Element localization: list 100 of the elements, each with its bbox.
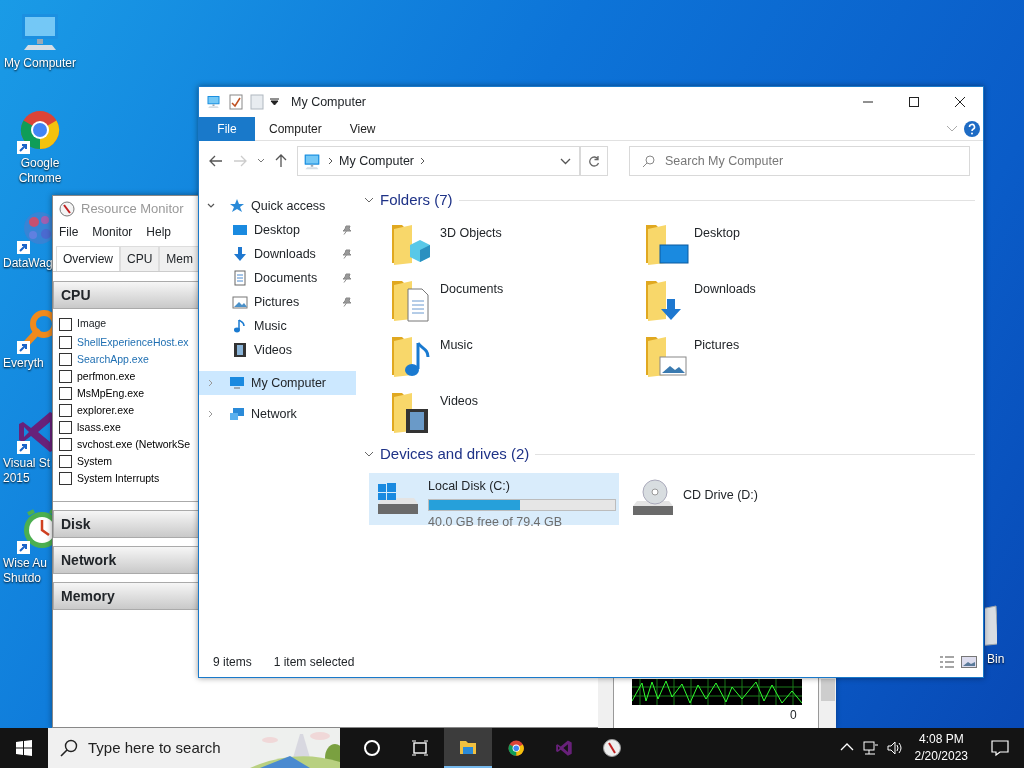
group-header[interactable]: Folders (7) [380, 188, 453, 212]
dropdown-icon[interactable] [270, 98, 279, 106]
section-header[interactable]: CPU [53, 281, 199, 309]
pin-icon[interactable] [342, 249, 352, 259]
clock-date[interactable]: 2/20/2023 [914, 748, 968, 765]
nav-item[interactable]: Videos [199, 338, 356, 362]
folder-label: 3D Objects [440, 225, 502, 242]
pin-icon[interactable] [342, 273, 352, 283]
search-box[interactable]: Type here to search [48, 728, 340, 768]
folder-label: Music [440, 337, 473, 354]
nav-label: Quick access [251, 197, 326, 215]
refresh-button[interactable] [580, 146, 608, 176]
section-header[interactable]: Network [53, 546, 199, 574]
scrollbar-thumb[interactable] [821, 679, 835, 701]
nav-item[interactable]: Pictures [199, 290, 356, 314]
ribbon-tab[interactable]: View [335, 116, 390, 141]
gauge-icon [603, 739, 621, 757]
volume-icon [885, 739, 904, 757]
recent-locations-icon[interactable] [257, 158, 265, 164]
folder-item[interactable]: Documents [388, 275, 642, 323]
section-header[interactable]: Disk [53, 510, 199, 538]
icon-label: DataWag [2, 256, 53, 271]
process-name: perfmon.exe [77, 368, 136, 384]
pin-icon[interactable] [342, 297, 352, 307]
folder-icon [459, 738, 477, 756]
properties-icon[interactable] [228, 94, 244, 110]
tab[interactable]: CPU [120, 246, 160, 271]
section-header[interactable]: Memory [53, 582, 199, 610]
notification-icon [991, 739, 1009, 757]
taskbar-button[interactable] [444, 728, 492, 768]
column-header[interactable]: Image [77, 316, 107, 332]
status-text: 1 item selected [273, 654, 355, 671]
checkbox[interactable] [59, 472, 72, 485]
computer-icon[interactable] [205, 94, 222, 110]
search-icon [60, 739, 78, 757]
folder-label: Pictures [694, 337, 740, 354]
icon-label: My Computer [4, 56, 76, 71]
checkbox[interactable] [59, 387, 72, 400]
menu-item[interactable]: File [59, 223, 79, 241]
folder-label: Desktop [694, 225, 740, 242]
large-icons-view-icon[interactable] [961, 655, 977, 669]
network-icon [861, 739, 880, 757]
folder-item[interactable]: Videos [388, 387, 642, 435]
checkbox[interactable] [59, 336, 72, 349]
checkbox[interactable] [59, 455, 72, 468]
drive-item[interactable]: CD Drive (D:) [624, 473, 874, 525]
checkbox[interactable] [59, 438, 72, 451]
nav-item[interactable]: Quick access [199, 194, 356, 218]
folder-label: Documents [440, 281, 504, 298]
drive-item[interactable]: Local Disk (C:) 40.0 GB free of 79.4 GB [369, 473, 619, 525]
nav-item[interactable]: Downloads [199, 242, 356, 266]
nav-item[interactable]: Documents [199, 266, 356, 290]
dropdown-icon[interactable] [560, 157, 571, 165]
nav-item[interactable]: Music [199, 314, 356, 338]
folder-item[interactable]: 3D Objects [388, 219, 642, 267]
windows-logo-icon [16, 740, 32, 756]
folder-item[interactable]: Downloads [642, 275, 896, 323]
chevron-icon[interactable] [207, 202, 215, 210]
menu-item[interactable]: Monitor [92, 223, 133, 241]
address-bar[interactable]: My Computer [297, 146, 580, 176]
clock-time[interactable]: 4:08 PM [914, 731, 968, 748]
checkbox[interactable] [59, 353, 72, 366]
process-name: SearchApp.exe [77, 351, 149, 367]
tab[interactable]: Mem [159, 246, 199, 271]
menu-item[interactable]: Help [146, 223, 172, 241]
maximize-icon [909, 97, 919, 107]
nav-label: Desktop [254, 221, 300, 239]
app-shortcut-icon[interactable] [16, 308, 52, 356]
ribbon-tab[interactable]: Computer [255, 116, 336, 141]
checkbox[interactable] [59, 317, 72, 331]
nav-label: My Computer [251, 374, 327, 392]
pin-icon[interactable] [342, 225, 352, 235]
close-icon [955, 97, 965, 107]
up-icon[interactable] [275, 154, 287, 168]
back-icon[interactable] [209, 155, 223, 167]
folder-item[interactable]: Music [388, 331, 642, 379]
nav-item[interactable]: Network [199, 402, 356, 426]
checkbox[interactable] [59, 421, 72, 434]
nav-item[interactable]: Desktop [199, 218, 356, 242]
checkbox[interactable] [59, 404, 72, 417]
folder-item[interactable]: Desktop [642, 219, 896, 267]
icon-label: Wise Au [2, 556, 47, 571]
chevron-icon[interactable] [364, 450, 374, 458]
search-field[interactable]: Search My Computer [629, 146, 970, 176]
icon-label: Shutdo [2, 571, 42, 586]
nav-label: Downloads [254, 245, 316, 263]
help-icon[interactable] [964, 120, 980, 137]
chevron-icon[interactable] [364, 196, 374, 204]
group-header[interactable]: Devices and drives (2) [380, 442, 530, 466]
icon-label: Google [20, 156, 60, 171]
folder-item[interactable]: Pictures [642, 331, 896, 379]
checkbox[interactable] [59, 370, 72, 383]
tab[interactable]: Overview [56, 246, 120, 271]
computer-icon [302, 152, 322, 170]
cortana-icon [363, 739, 381, 757]
axis-label: 0 [790, 707, 797, 724]
nav-item[interactable]: My Computer [199, 371, 356, 395]
icon-label: Everyth [2, 356, 44, 371]
drive-label: CD Drive (D:) [683, 487, 758, 504]
search-icon [642, 154, 655, 168]
